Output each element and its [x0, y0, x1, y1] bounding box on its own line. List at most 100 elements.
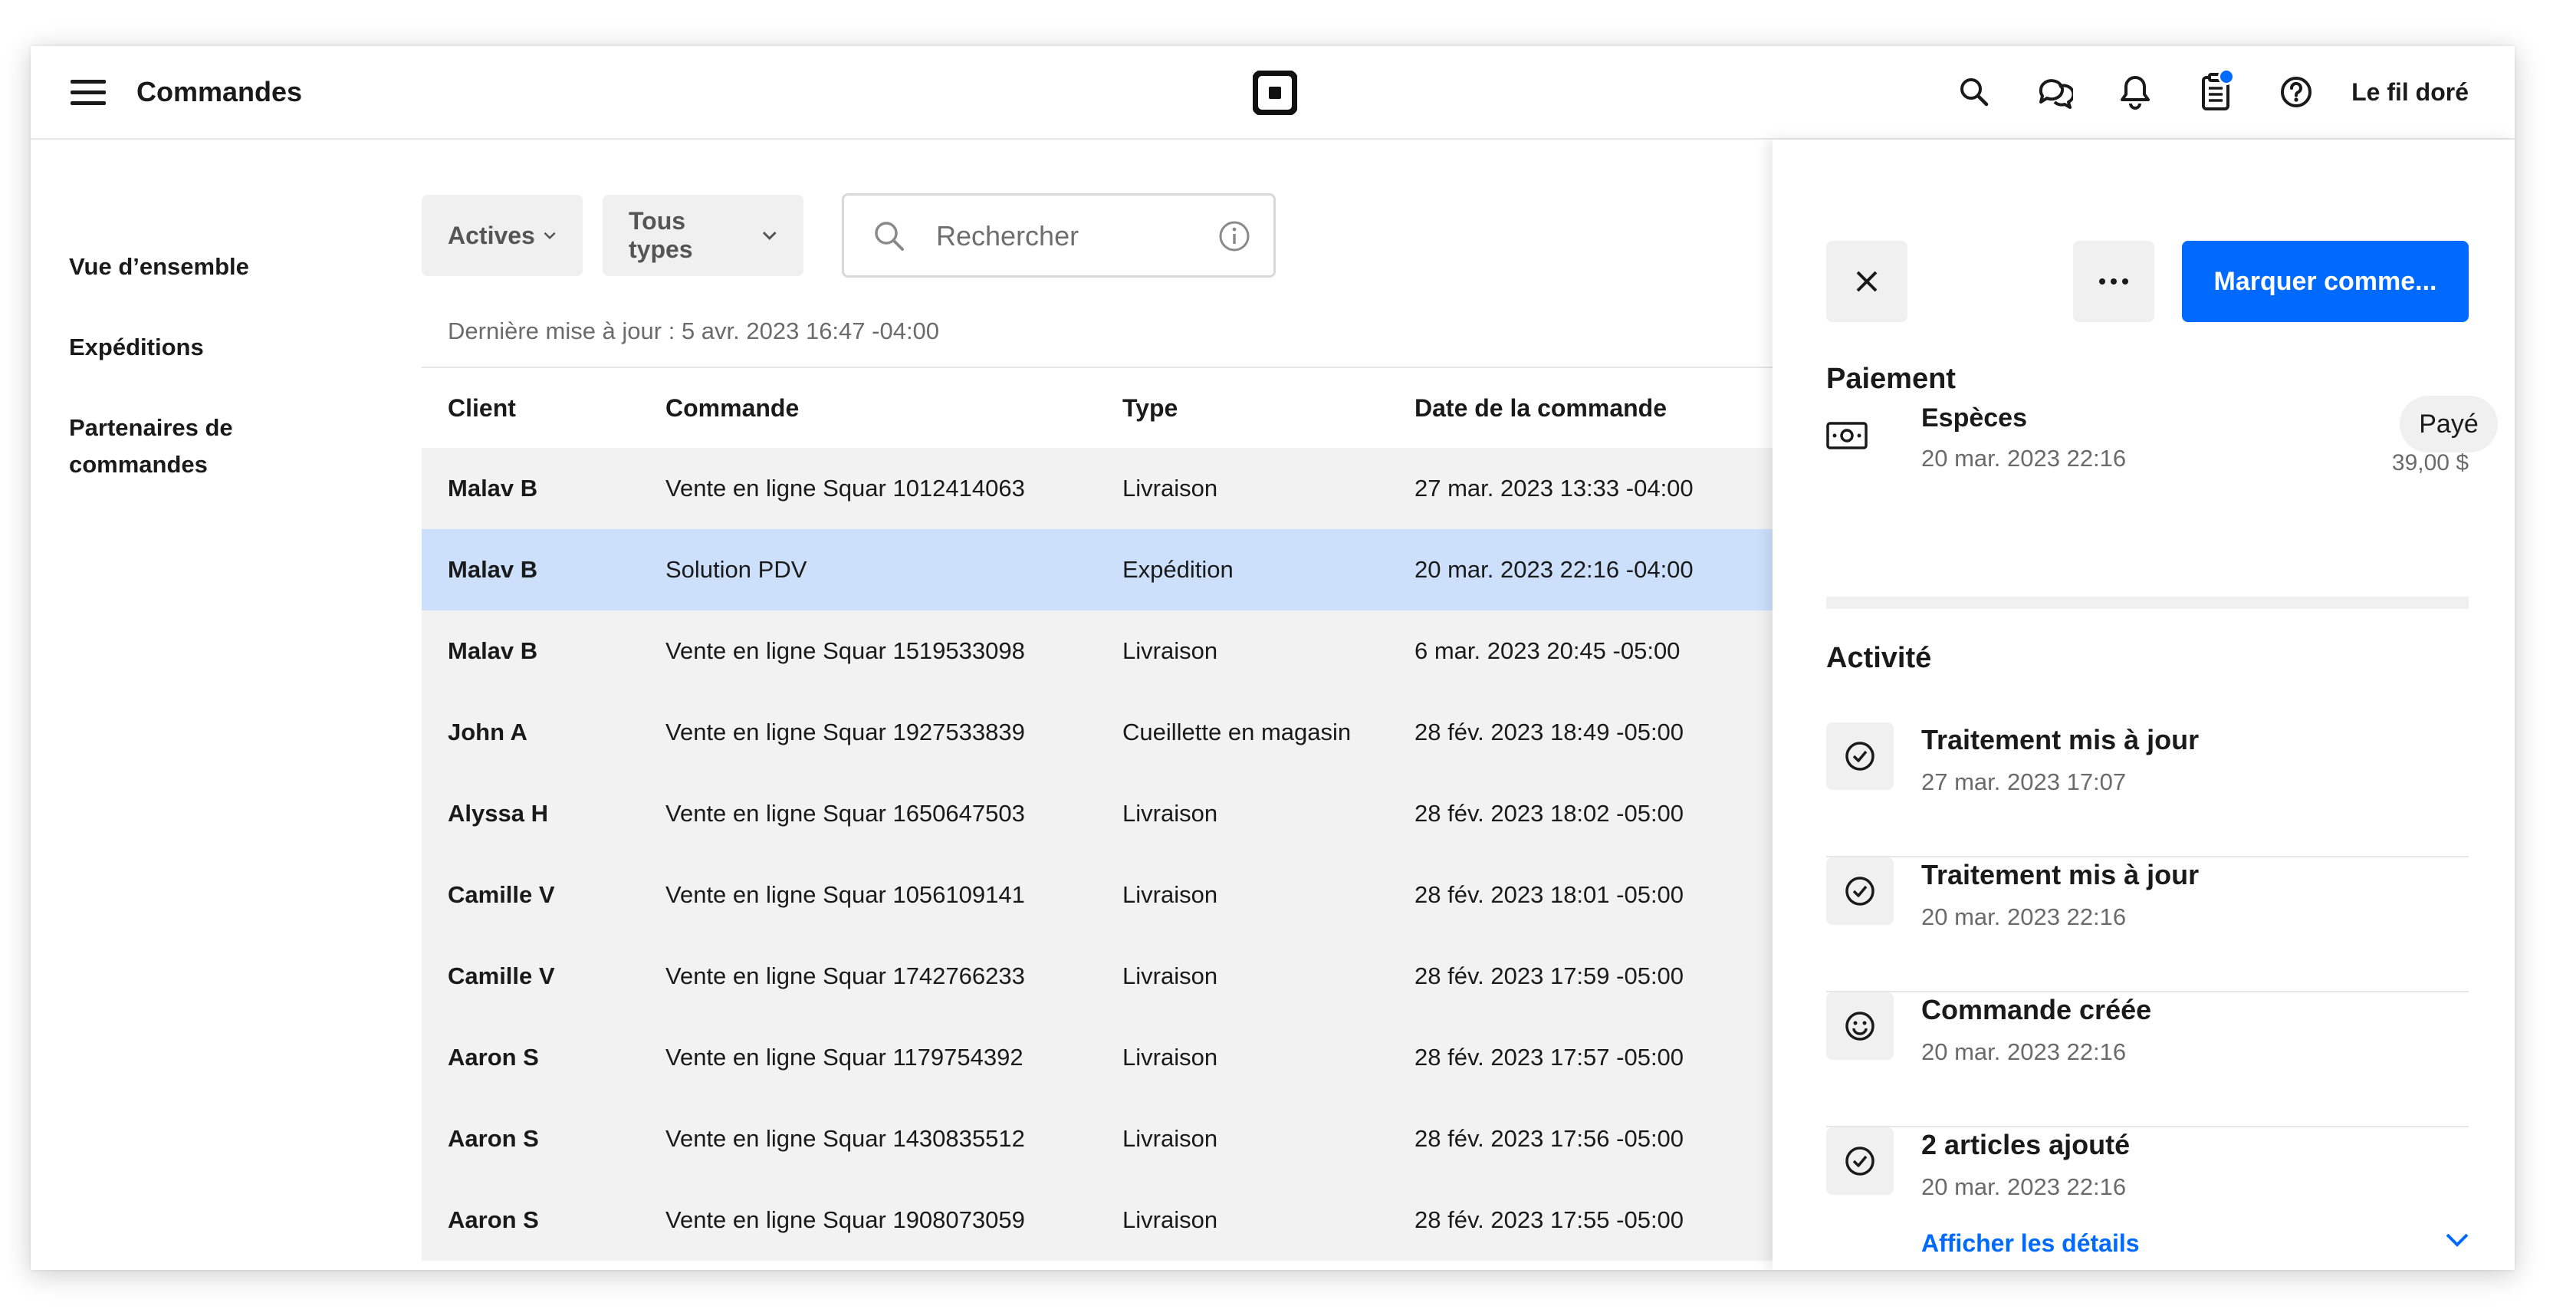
- info-icon[interactable]: [1218, 220, 1250, 252]
- cell-order: Vente en ligne Squar 1927533839: [665, 719, 1025, 745]
- activity-title: Traitement mis à jour: [1921, 724, 2200, 755]
- table-row[interactable]: Aaron S Vente en ligne Squar 1179754392 Li…: [422, 1017, 1802, 1098]
- top-bar: Commandes Le fil doré: [31, 46, 2515, 140]
- cell-type: Cueillette en magasin: [1122, 719, 1352, 745]
- table-row[interactable]: Aaron S Vente en ligne Squar 1908073059 Li…: [422, 1179, 1802, 1261]
- search-icon: [875, 222, 904, 251]
- activity-title: Traitement mis à jour: [1921, 859, 2200, 890]
- clipboard-icon[interactable]: [2195, 68, 2236, 113]
- sidebar-item-shipments[interactable]: Expéditions: [69, 329, 345, 366]
- chevron-down-icon: [762, 232, 777, 240]
- activity-item: Traitement mis à jour 27 mar. 2023 17:07: [1826, 722, 2469, 857]
- cell-date: 28 fév. 2023 18:02 -05:00: [1414, 800, 1684, 827]
- sidebar-item-overview[interactable]: Vue d’ensemble: [69, 248, 345, 285]
- cell-date: 28 fév. 2023 17:56 -05:00: [1414, 1125, 1684, 1152]
- check-circle-icon: [1826, 722, 1894, 790]
- activity-title: 2 articles ajouté: [1921, 1129, 2131, 1160]
- cell-type: Livraison: [1122, 881, 1218, 908]
- sidebar-item-order-partners[interactable]: Partenaires de commandes: [69, 410, 284, 483]
- last-update-text: Dernière mise à jour : 5 avr. 2023 16:47…: [448, 317, 940, 344]
- cell-order: Vente en ligne Squar 1012414063: [665, 475, 1025, 502]
- cell-order: Vente en ligne Squar 1430835512: [665, 1125, 1025, 1152]
- check-circle-icon: [1826, 1127, 1894, 1195]
- close-icon: [1856, 271, 1878, 292]
- column-header-order[interactable]: Commande: [665, 390, 799, 426]
- cell-type: Livraison: [1122, 1044, 1218, 1071]
- cell-order: Vente en ligne Squar 1908073059: [665, 1206, 1025, 1233]
- cell-type: Livraison: [1122, 637, 1218, 664]
- table-row[interactable]: John A Vente en ligne Squar 1927533839 Cue…: [422, 692, 1802, 773]
- cell-order: Vente en ligne Squar 1519533098: [665, 637, 1025, 664]
- cell-client: Malav B: [448, 556, 538, 583]
- cell-date: 28 fév. 2023 17:55 -05:00: [1414, 1206, 1684, 1233]
- cell-type: Livraison: [1122, 962, 1218, 989]
- check-circle-icon: [1826, 857, 1894, 925]
- table-row[interactable]: Malav B Vente en ligne Squar 1012414063 Li…: [422, 448, 1802, 529]
- more-options-button[interactable]: [2073, 241, 2154, 322]
- square-logo-icon[interactable]: [1253, 71, 1297, 115]
- table-row[interactable]: Malav B Solution PDV Expédition 20 mar. 202…: [422, 529, 1802, 610]
- hamburger-menu-icon[interactable]: [71, 77, 106, 108]
- type-filter-dropdown[interactable]: Tous types: [603, 195, 803, 276]
- order-detail-panel: Marquer comme... Paiement Espèces 20 mar…: [1773, 140, 2515, 1270]
- column-header-type[interactable]: Type: [1122, 390, 1178, 426]
- table-row[interactable]: Camille V Vente en ligne Squar 1742766233…: [422, 936, 1802, 1017]
- cell-order: Solution PDV: [665, 556, 807, 583]
- payment-amount: 39,00 $: [2391, 450, 2469, 475]
- cell-client: Camille V: [448, 881, 555, 908]
- cell-type: Livraison: [1122, 1206, 1218, 1233]
- help-icon[interactable]: [2275, 71, 2317, 113]
- activity-date: 27 mar. 2023 17:07: [1921, 768, 2127, 795]
- activity-section-title: Activité: [1826, 642, 1932, 674]
- cell-client: Aaron S: [448, 1044, 539, 1071]
- payment-status-badge: Payé: [2400, 396, 2498, 452]
- store-name-menu[interactable]: Le fil doré: [2351, 75, 2469, 109]
- activity-date: 20 mar. 2023 22:16: [1921, 1173, 2127, 1200]
- table-row[interactable]: Camille V Vente en ligne Squar 1056109141…: [422, 854, 1802, 936]
- search-icon[interactable]: [1953, 71, 1995, 113]
- cell-type: Livraison: [1122, 800, 1218, 827]
- status-filter-dropdown[interactable]: Actives: [422, 195, 583, 276]
- search-input[interactable]: [935, 214, 1183, 258]
- messages-icon[interactable]: [2034, 71, 2075, 113]
- cell-client: Malav B: [448, 475, 538, 502]
- chevron-down-icon[interactable]: [2444, 1232, 2470, 1249]
- cash-icon: [1826, 422, 1868, 449]
- payment-date: 20 mar. 2023 22:16: [1921, 445, 2127, 472]
- show-details-link[interactable]: Afficher les détails: [1921, 1227, 2140, 1259]
- activity-item: Traitement mis à jour 20 mar. 2023 22:16: [1826, 857, 2469, 992]
- activity-item: Commande créée 20 mar. 2023 22:16: [1826, 992, 2469, 1127]
- activity-date: 20 mar. 2023 22:16: [1921, 903, 2127, 930]
- cell-type: Livraison: [1122, 475, 1218, 502]
- chevron-down-icon: [544, 232, 556, 240]
- cell-date: 28 fév. 2023 18:49 -05:00: [1414, 719, 1684, 745]
- close-button[interactable]: [1826, 241, 1907, 322]
- cell-order: Vente en ligne Squar 1056109141: [665, 881, 1025, 908]
- mark-as-button[interactable]: Marquer comme...: [2182, 241, 2469, 322]
- column-header-client[interactable]: Client: [448, 390, 516, 426]
- cell-date: 6 mar. 2023 20:45 -05:00: [1414, 637, 1681, 664]
- more-icon: [2099, 278, 2128, 285]
- cell-client: John A: [448, 719, 527, 745]
- cell-client: Malav B: [448, 637, 538, 664]
- column-header-date[interactable]: Date de la commande: [1414, 390, 1667, 426]
- status-filter-label: Actives: [448, 221, 535, 249]
- cell-date: 28 fév. 2023 18:01 -05:00: [1414, 881, 1684, 908]
- cell-type: Expédition: [1122, 556, 1234, 583]
- table-row[interactable]: Aaron S Vente en ligne Squar 1430835512 Li…: [422, 1098, 1802, 1179]
- activity-title: Commande créée: [1921, 994, 2152, 1025]
- table-row[interactable]: Alyssa H Vente en ligne Squar 1650647503 L…: [422, 773, 1802, 854]
- cell-date: 28 fév. 2023 17:59 -05:00: [1414, 962, 1684, 989]
- cell-client: Aaron S: [448, 1125, 539, 1152]
- cell-date: 27 mar. 2023 13:33 -04:00: [1414, 475, 1694, 502]
- table-header: Client Commande Type Date de la commande: [422, 367, 1802, 448]
- cell-order: Vente en ligne Squar 1179754392: [665, 1044, 1024, 1071]
- bell-icon[interactable]: [2114, 71, 2156, 113]
- table-row[interactable]: Malav B Vente en ligne Squar 1519533098 Li…: [422, 610, 1802, 692]
- type-filter-label: Tous types: [629, 207, 693, 263]
- smiley-icon: [1826, 992, 1894, 1060]
- activity-date: 20 mar. 2023 22:16: [1921, 1038, 2127, 1065]
- payment-method: Espèces: [1921, 403, 2027, 433]
- payment-section-title: Paiement: [1826, 363, 1956, 395]
- search-field[interactable]: [842, 193, 1276, 278]
